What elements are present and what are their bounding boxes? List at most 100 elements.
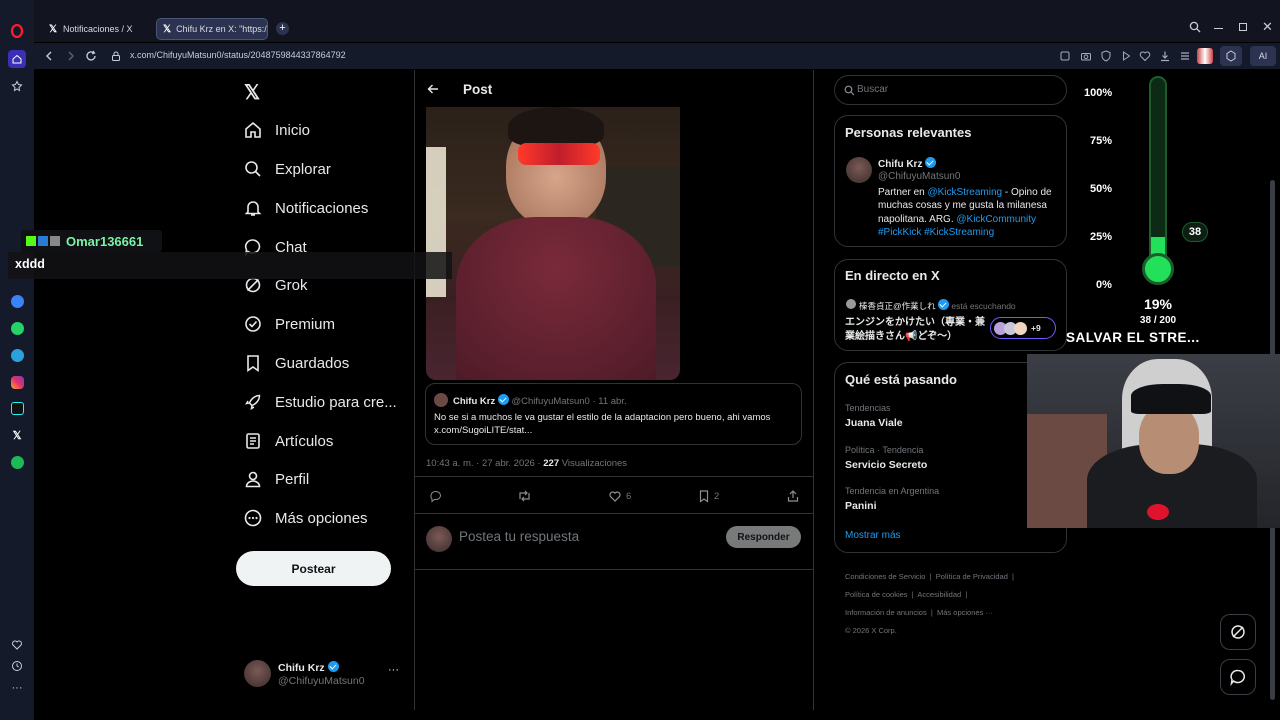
nav-item-home[interactable]: Inicio (243, 118, 310, 142)
meter-tick: 75% (1090, 135, 1113, 147)
tiktok-icon[interactable] (8, 399, 26, 417)
live-card[interactable]: En directo en X 榛香貞正@作業しれ está escuchand… (834, 259, 1067, 351)
nav-item-search[interactable]: Explorar (243, 157, 331, 181)
spotify-icon[interactable] (8, 453, 26, 471)
footer-link[interactable]: Accesibilidad (917, 590, 961, 599)
trend-item[interactable]: Tendencia en Argentina Panini (845, 486, 939, 512)
footer-link[interactable]: Información de anuncios (845, 608, 927, 617)
nav-item-premium[interactable]: Premium (243, 312, 335, 336)
telegram-icon[interactable] (8, 346, 26, 364)
shield-icon[interactable] (1099, 49, 1113, 63)
more-sidebar-icon[interactable]: ··· (8, 679, 26, 697)
extensions-icon[interactable] (1220, 46, 1242, 66)
back-icon[interactable] (42, 49, 56, 63)
nav-item-rocket[interactable]: Estudio para cre... (243, 390, 397, 414)
back-arrow-icon[interactable] (426, 82, 440, 96)
meter-progress: 38 / 200 (1139, 315, 1177, 326)
search-tabs-icon[interactable] (1189, 21, 1201, 33)
play-icon[interactable] (1119, 49, 1133, 63)
messages-fab-button[interactable] (1220, 659, 1256, 695)
menu-icon[interactable] (1178, 49, 1192, 63)
pin-icon[interactable] (8, 77, 26, 95)
nav-item-bookmark[interactable]: Guardados (243, 351, 349, 375)
reply-icon[interactable] (428, 489, 442, 503)
nav-item-bell[interactable]: Notificaciones (243, 196, 368, 220)
meter-count-badge: 38 (1182, 222, 1208, 242)
grok-fab-button[interactable] (1220, 614, 1256, 650)
bio-link[interactable]: @KickStreaming (927, 187, 1002, 198)
x-logo-icon[interactable]: 𝕏 (244, 80, 260, 105)
account-more-icon[interactable]: ··· (388, 664, 399, 676)
tab-post[interactable]: 𝕏 Chifu Krz en X: "https://t... (156, 18, 268, 40)
x-sidebar-icon[interactable]: 𝕏 (8, 426, 26, 444)
bio-hashtags[interactable]: #PickKick #KickStreaming (878, 227, 994, 238)
download-icon[interactable] (1158, 49, 1172, 63)
camera-icon[interactable] (1079, 49, 1093, 63)
edit-icon[interactable] (1058, 49, 1072, 63)
avatar[interactable] (846, 157, 872, 183)
post-button[interactable]: Postear (236, 551, 391, 586)
history-icon[interactable] (8, 657, 26, 675)
profile-avatar[interactable] (1197, 48, 1213, 64)
post-timestamp[interactable]: 10:43 a. m. · 27 abr. 2026 · (426, 458, 543, 469)
account-switcher[interactable]: Chifu Krz @ChifuyuMatsun0 ··· (244, 658, 414, 690)
meter-tick: 100% (1084, 87, 1113, 99)
reply-input[interactable]: Postea tu respuesta (459, 529, 579, 544)
footer-link[interactable]: Política de cookies (845, 590, 908, 599)
like-button[interactable]: 6 (608, 489, 631, 503)
whatsapp-icon[interactable] (8, 319, 26, 337)
opera-logo-icon[interactable] (8, 22, 26, 40)
quoted-link[interactable]: x.com/SugoiLITE/stat... (434, 425, 532, 436)
nav-item-more-circle[interactable]: Más opciones (243, 506, 368, 530)
post-button-label: Postear (291, 561, 336, 576)
footer-link[interactable]: Política de Privacidad (936, 572, 1008, 581)
heart-sidebar-icon[interactable] (8, 636, 26, 654)
webcam-face-shape (1139, 404, 1199, 474)
trend-name: Panini (845, 500, 877, 512)
views-count: 227 (543, 458, 560, 469)
heart-icon[interactable] (1138, 49, 1152, 63)
meter-bulb (1142, 253, 1174, 285)
stream-chat-message: xddd (8, 252, 452, 279)
instagram-icon[interactable] (8, 373, 26, 391)
nav-item-article[interactable]: Artículos (243, 429, 333, 453)
nav-item-person[interactable]: Perfil (243, 467, 309, 491)
quoted-name: Chifu Krz (453, 396, 496, 407)
webcam-mic-light (1147, 504, 1169, 520)
relevant-title: Personas relevantes (845, 125, 972, 140)
close-window-button[interactable]: ✕ (1262, 19, 1273, 35)
trend-item[interactable]: Política · Tendencia Servicio Secreto (845, 445, 927, 471)
home-icon[interactable] (8, 50, 26, 68)
ai-button[interactable]: AI (1250, 46, 1276, 66)
search-input[interactable]: Buscar (834, 75, 1067, 105)
forward-icon[interactable] (64, 49, 78, 63)
webcam-headset-shape (1131, 384, 1211, 414)
window-top-strip (0, 0, 1280, 15)
bio-link[interactable]: @KickCommunity (956, 214, 1036, 225)
quoted-post[interactable]: Chifu Krz @ChifuyuMatsun0 · 11 abr. No s… (425, 383, 802, 445)
post-image[interactable] (426, 107, 680, 380)
lock-icon[interactable] (109, 49, 123, 63)
verified-badge-icon (925, 157, 937, 168)
x-logo-icon: 𝕏 (163, 23, 172, 35)
tab-notificaciones[interactable]: 𝕏 Notificaciones / X (42, 18, 154, 40)
nav-item-label: Más opciones (275, 509, 368, 527)
url-text[interactable]: x.com/ChifuyuMatsun0/status/204875984433… (130, 50, 346, 60)
maximize-button[interactable] (1239, 23, 1247, 31)
minimize-button[interactable] (1214, 28, 1223, 29)
repost-icon[interactable] (517, 489, 532, 503)
reload-icon[interactable] (84, 49, 98, 63)
reply-button[interactable]: Responder (726, 526, 801, 548)
x-logo-icon: 𝕏 (48, 23, 58, 35)
badge-icon (38, 236, 48, 246)
share-icon[interactable] (786, 489, 800, 503)
footer-link[interactable]: Más opciones ··· (937, 608, 993, 617)
relevant-name-row[interactable]: Chifu Krz (878, 157, 937, 170)
footer-link[interactable]: Condiciones de Servicio (845, 572, 925, 581)
new-tab-button[interactable]: + (276, 22, 289, 35)
messenger-icon[interactable] (8, 292, 26, 310)
trend-item[interactable]: Tendencias Juana Viale (845, 403, 903, 429)
account-name: Chifu Krz (278, 662, 325, 674)
show-more-link[interactable]: Mostrar más (845, 530, 901, 541)
bookmark-button[interactable]: 2 (697, 489, 719, 503)
